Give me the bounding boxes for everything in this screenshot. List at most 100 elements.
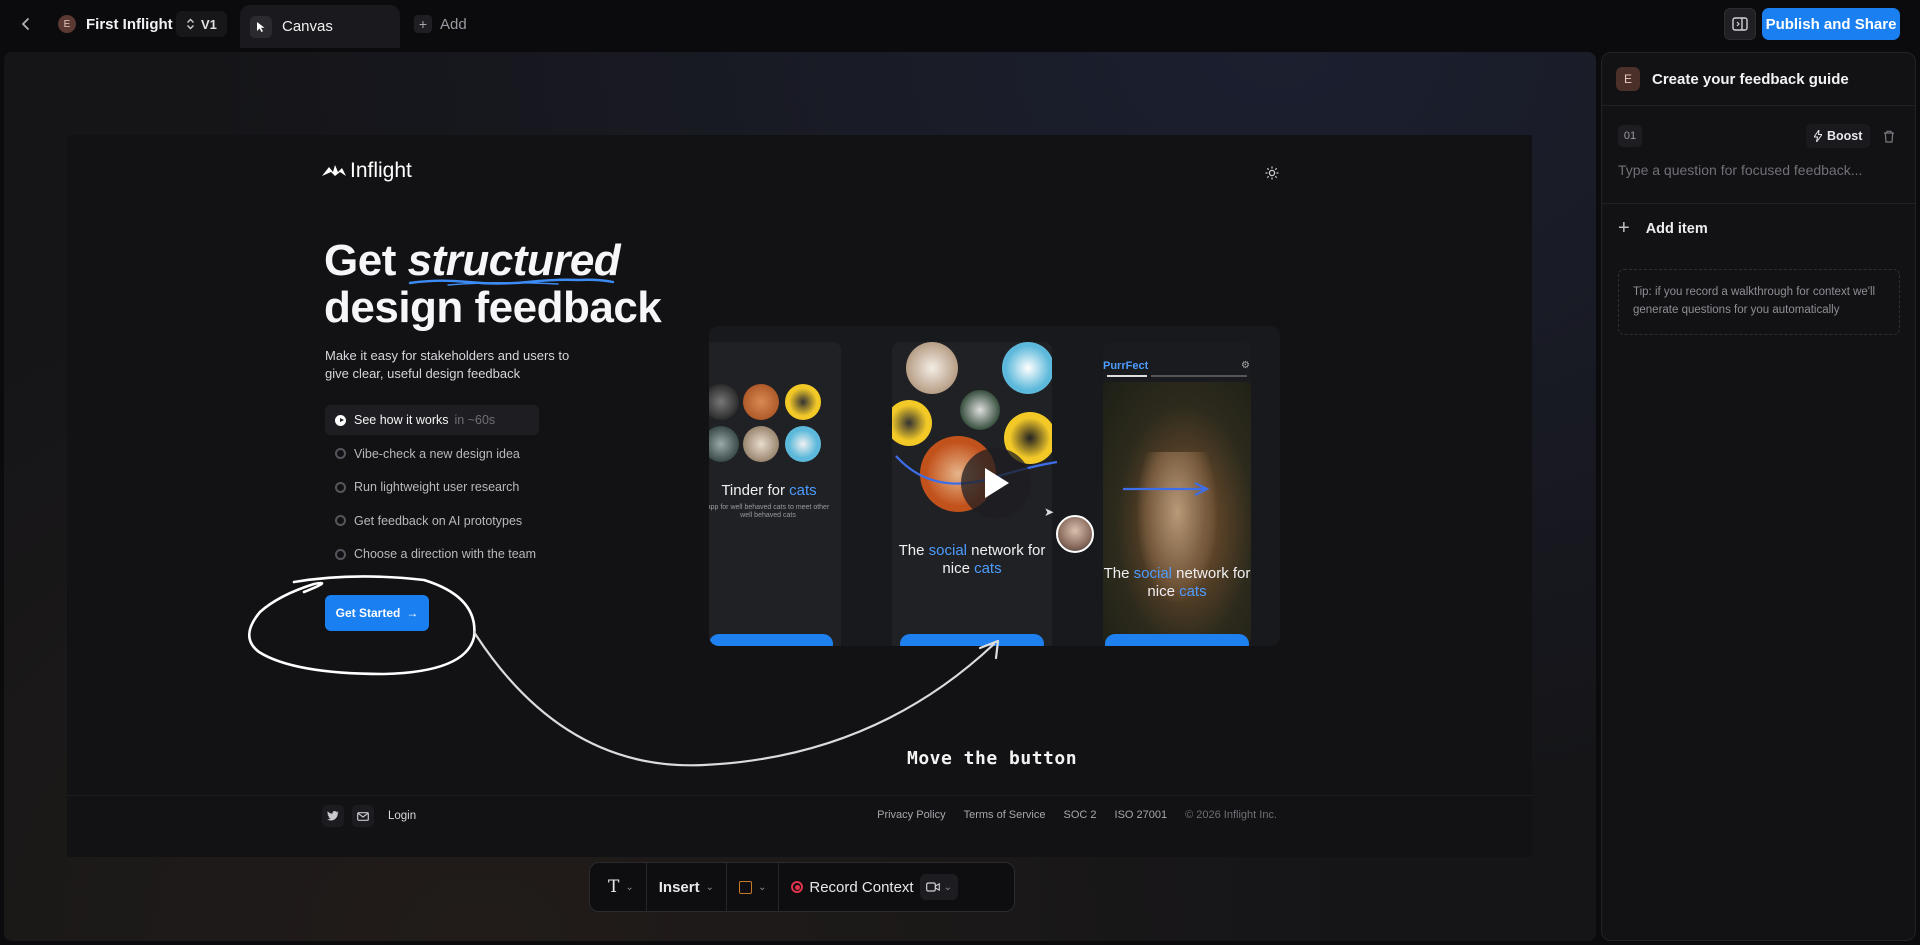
how-item-see-how[interactable]: See how it works in ~60s	[325, 405, 539, 435]
feedback-guide-panel: E Create your feedback guide 01 Boost + …	[1601, 52, 1916, 941]
tab-canvas[interactable]: Canvas	[240, 5, 400, 48]
get-started-label: Get Started	[335, 606, 401, 620]
phone3-title-b: social	[1133, 565, 1172, 582]
camera-selector[interactable]: ⌄	[919, 874, 958, 900]
phone3-title-a: The	[1103, 565, 1134, 582]
record-label: Record Context	[809, 878, 914, 896]
how-item-ai-prototypes[interactable]: Get feedback on AI prototypes	[325, 506, 539, 536]
how-item-label: Vibe-check a new design idea	[354, 446, 520, 461]
trash-icon[interactable]	[1880, 127, 1898, 145]
plus-icon: +	[414, 15, 432, 33]
version-selector[interactable]: V1	[176, 11, 227, 37]
back-chevron-icon[interactable]	[14, 12, 38, 36]
insert-label: Insert	[658, 878, 700, 896]
tab-canvas-label: Canvas	[282, 18, 333, 35]
get-started-button[interactable]: Get Started →	[325, 595, 429, 631]
radio-circle-icon	[335, 448, 346, 460]
login-link[interactable]: Login	[388, 810, 416, 822]
cursor-icon	[250, 15, 272, 38]
phone2-title: The social network for nice cats	[892, 542, 1052, 578]
cat-photo	[1103, 382, 1251, 642]
copyright: © 2026 Inflight Inc.	[1185, 809, 1277, 821]
boost-button[interactable]: Boost	[1806, 124, 1871, 148]
terms-of-service-link[interactable]: Terms of Service	[964, 809, 1046, 821]
phone3-cta	[1105, 634, 1249, 646]
how-item-label: Get feedback on AI prototypes	[354, 513, 523, 528]
chevron-down-icon: ⌄	[943, 881, 952, 893]
version-label: V1	[201, 16, 217, 32]
publish-and-share-button[interactable]: Publish and Share	[1762, 8, 1900, 40]
tip-box: Tip: if you record a walkthrough for con…	[1618, 269, 1900, 335]
phone-mockup-purrfect: PurrFect ⚙ The social network for nice c…	[1103, 342, 1251, 646]
project-switcher[interactable]: E First Inflight	[50, 9, 181, 39]
chevron-down-icon: ⌄	[757, 881, 767, 893]
record-context-button[interactable]: Record Context ⌄	[779, 868, 970, 906]
landing-page-frame[interactable]: Inflight Get structured design feedback …	[67, 135, 1532, 857]
phone2-title-b: social	[928, 542, 967, 559]
radio-circle-icon	[335, 481, 346, 493]
showcase-video[interactable]: Tinder for cats app for well behaved cat…	[709, 326, 1280, 646]
presenter-avatar	[1056, 515, 1094, 553]
project-avatar: E	[58, 15, 76, 33]
project-name: First Inflight	[86, 15, 173, 33]
panel-header: E Create your feedback guide	[1616, 67, 1849, 91]
shape-tool[interactable]: ⌄	[727, 868, 778, 906]
question-input[interactable]	[1618, 159, 1898, 181]
sidebar-toggle-icon	[1732, 17, 1748, 31]
how-item-label: Run lightweight user research	[354, 480, 520, 495]
phone1-title: Tinder for cats	[709, 482, 839, 500]
add-tab-label: Add	[440, 15, 467, 33]
plus-icon: +	[1618, 217, 1630, 239]
radio-circle-icon	[335, 515, 346, 527]
inflight-logo: Inflight	[322, 159, 412, 183]
iso-27001-link[interactable]: ISO 27001	[1115, 809, 1168, 821]
record-icon	[791, 881, 804, 893]
twitter-icon[interactable]	[322, 805, 344, 827]
underline-squiggle	[408, 278, 614, 286]
how-item-label: See how it works	[354, 413, 449, 427]
play-button[interactable]	[961, 448, 1031, 518]
how-item-research[interactable]: Run lightweight user research	[325, 472, 539, 502]
add-tab-button[interactable]: + Add	[414, 11, 467, 37]
radio-circle-icon	[335, 548, 346, 560]
up-down-chevron-icon	[187, 18, 194, 30]
pointer-cursor-icon: ➤	[1044, 505, 1055, 519]
panel-avatar: E	[1616, 67, 1640, 91]
canvas-area[interactable]: Inflight Get structured design feedback …	[4, 52, 1596, 941]
camera-icon	[925, 882, 940, 892]
footer-links: Privacy Policy Terms of Service SOC 2 IS…	[877, 809, 1277, 821]
phone-mockup-tinder: Tinder for cats app for well behaved cat…	[709, 342, 841, 646]
insert-menu[interactable]: Insert ⌄	[647, 868, 726, 906]
phone2-title-a: The	[898, 542, 929, 559]
phone2-title-d: cats	[974, 560, 1002, 577]
play-circle-icon	[335, 414, 346, 426]
text-tool[interactable]: T ⌄	[596, 868, 646, 906]
hero-italic-word: structured	[408, 236, 621, 286]
how-item-vibe-check[interactable]: Vibe-check a new design idea	[325, 439, 539, 469]
phone1-subtitle: app for well behaved cats to meet other …	[709, 504, 830, 519]
gear-icon: ⚙	[1241, 360, 1250, 371]
phone1-title-b: cats	[789, 482, 817, 499]
inflight-logo-icon	[322, 165, 346, 176]
add-item-button[interactable]: + Add item	[1618, 217, 1708, 240]
panel-divider	[1602, 203, 1915, 204]
soc2-link[interactable]: SOC 2	[1064, 809, 1097, 821]
phone2-cta	[900, 634, 1044, 646]
panel-toggle-button[interactable]	[1724, 8, 1756, 40]
mail-icon[interactable]	[352, 805, 374, 827]
how-item-label: Choose a direction with the team	[354, 547, 537, 562]
panel-title: Create your feedback guide	[1652, 70, 1849, 88]
phone1-title-a: Tinder for	[721, 482, 790, 499]
hero-subtitle: Make it easy for stakeholders and users …	[325, 348, 570, 381]
sun-icon[interactable]	[1264, 165, 1280, 181]
phone3-title-d: cats	[1179, 583, 1207, 600]
canvas-toolbar: T ⌄ Insert ⌄ ⌄ Record Context ⌄	[589, 862, 1015, 912]
top-bar: E First Inflight V1 Canvas + Add Publish…	[0, 0, 1920, 48]
privacy-policy-link[interactable]: Privacy Policy	[877, 809, 945, 821]
how-item-duration: in ~60s	[454, 413, 496, 427]
how-item-direction[interactable]: Choose a direction with the team	[325, 539, 539, 569]
add-item-label: Add item	[1645, 220, 1708, 237]
hero-word-get: Get	[324, 236, 396, 285]
phone3-title: The social network for nice cats	[1103, 565, 1251, 601]
chevron-down-icon: ⌄	[705, 881, 714, 893]
